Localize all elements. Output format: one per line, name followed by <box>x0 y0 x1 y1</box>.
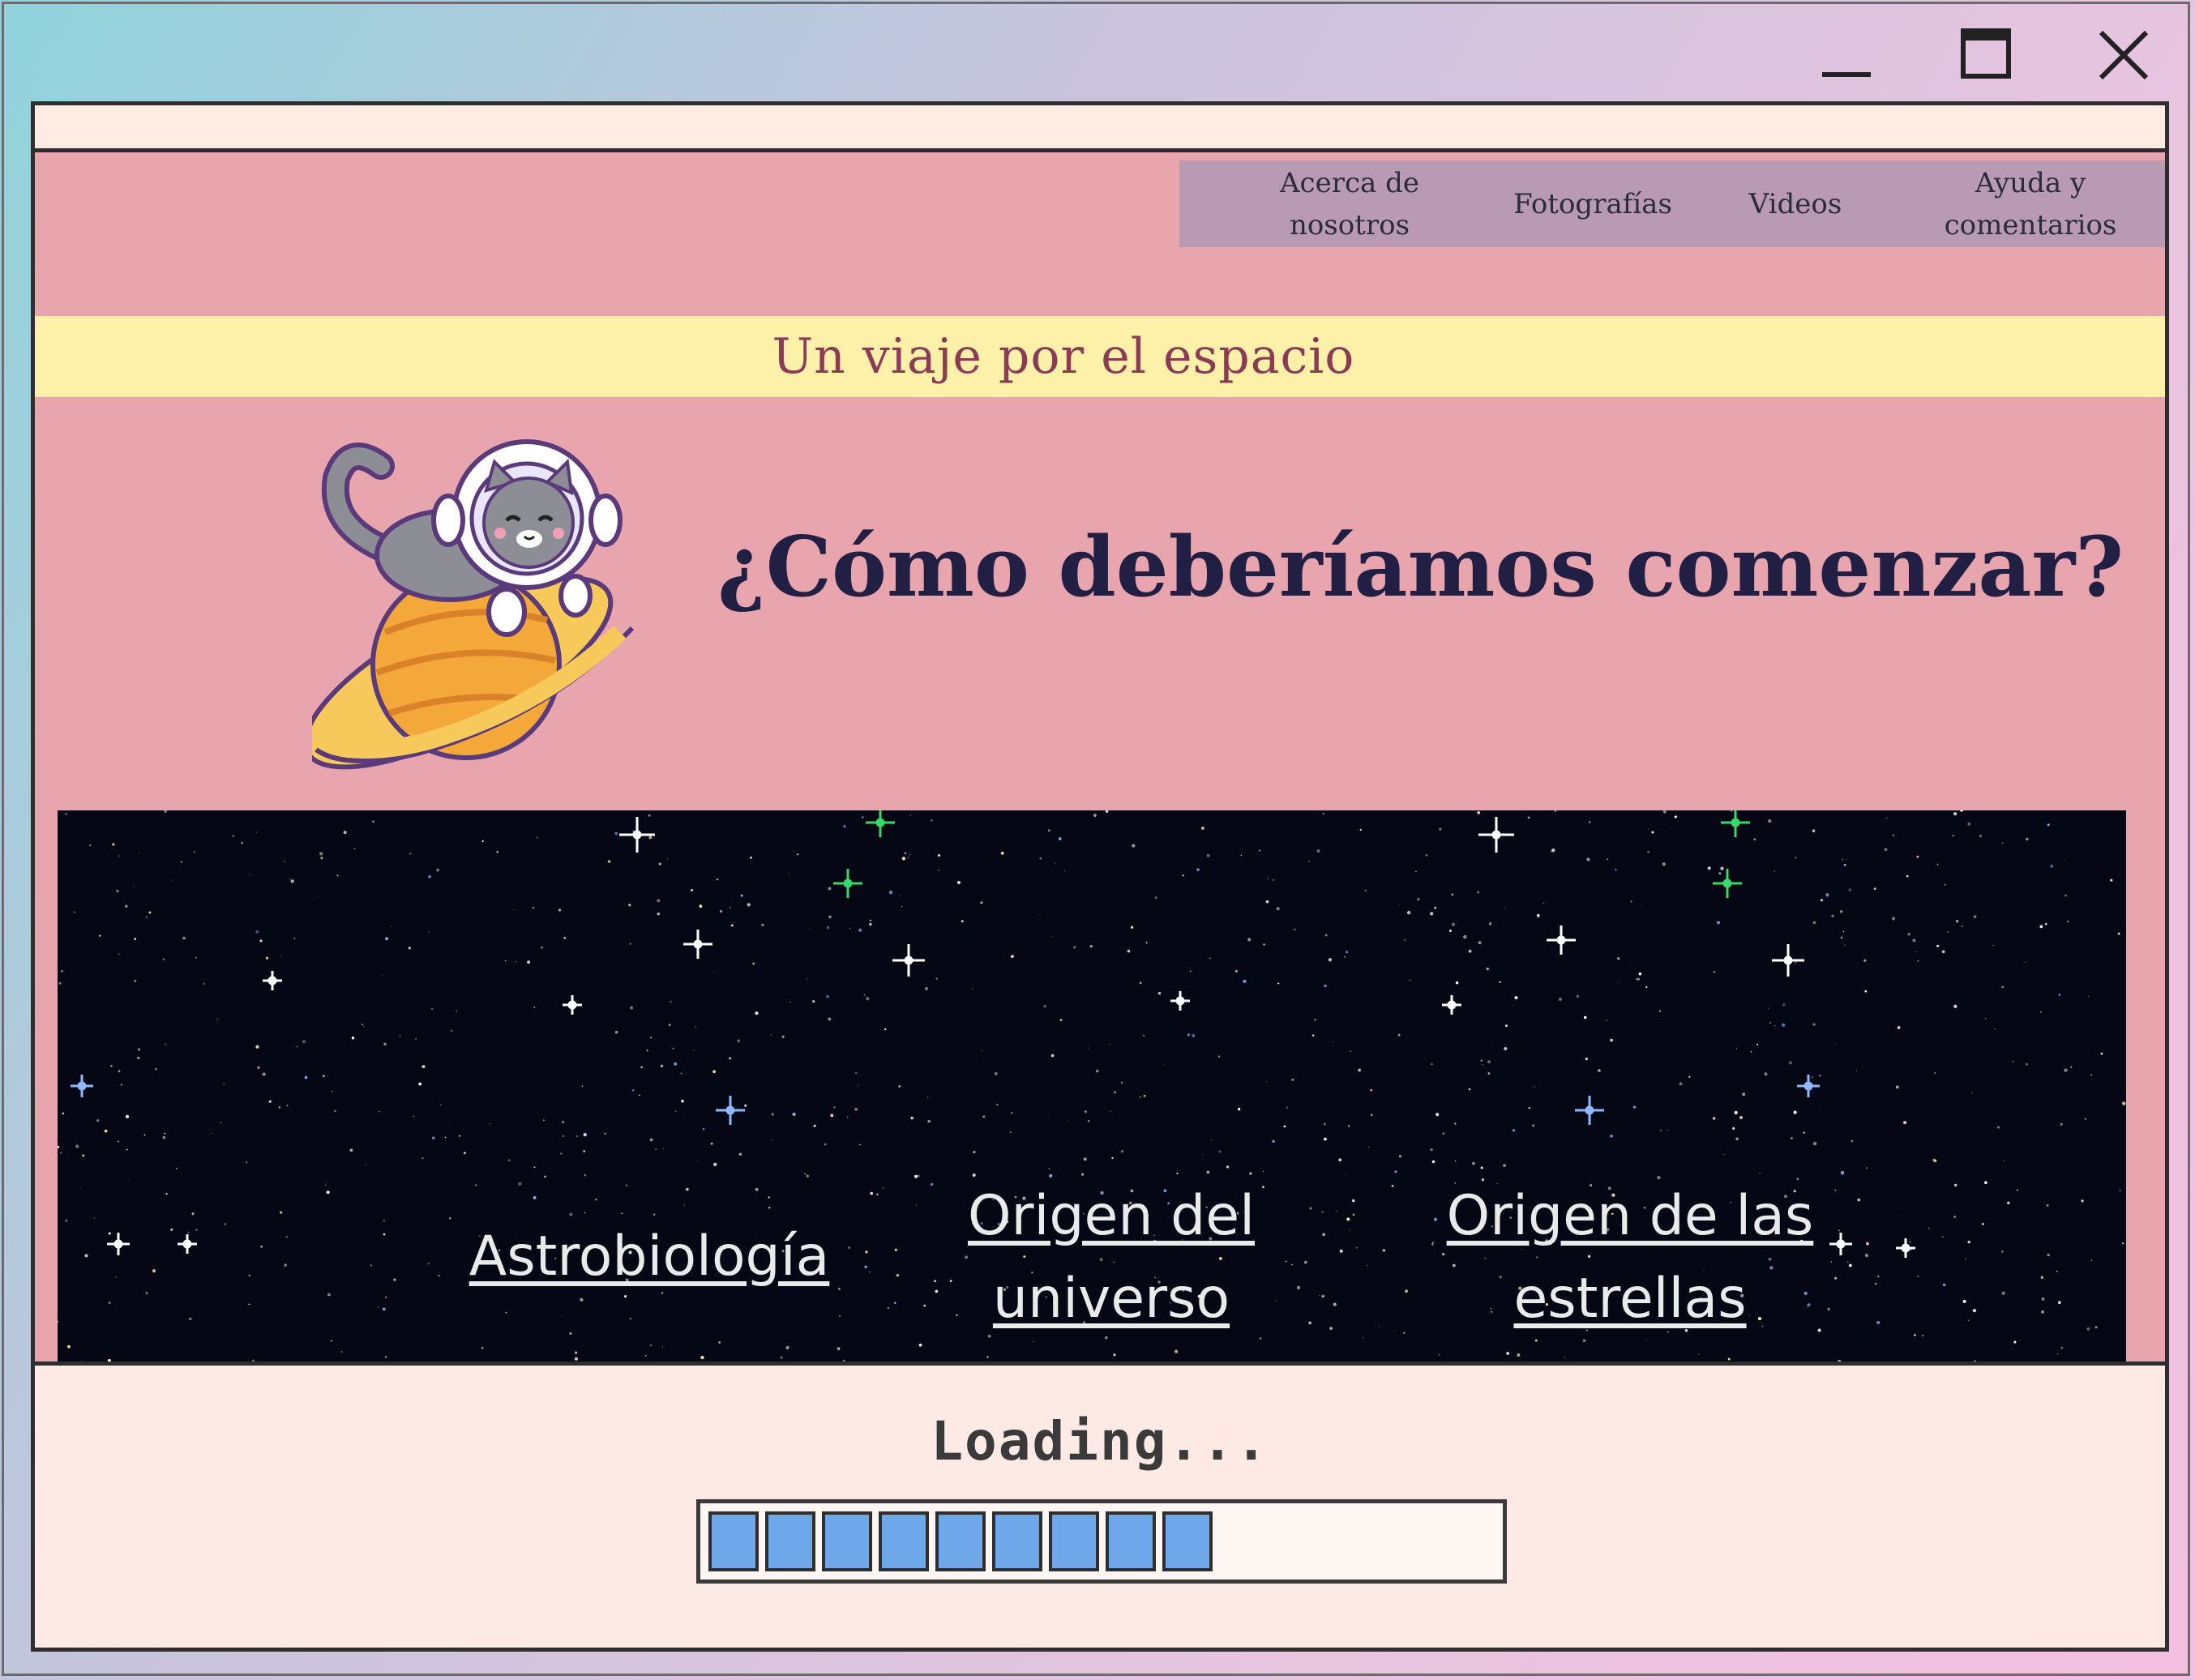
progress-block <box>879 1511 929 1571</box>
progress-blocks <box>708 1511 1213 1571</box>
close-icon <box>2099 30 2149 80</box>
progress-bar <box>696 1499 1507 1584</box>
nav-photos-label: Fotografías <box>1513 187 1672 220</box>
progress-block <box>708 1511 759 1571</box>
link-origin-universe[interactable]: Origen del universo <box>925 1175 1298 1340</box>
maximize-button[interactable] <box>1953 24 2018 89</box>
progress-block <box>935 1511 986 1571</box>
progress-block <box>1106 1511 1156 1571</box>
minimize-icon <box>1822 72 1871 77</box>
nav-item-videos[interactable]: Videos <box>1731 183 1860 225</box>
starfield-panel: Astrobiología Origen del universo Origen… <box>58 810 2126 1366</box>
site-banner: Un viaje por el espacio <box>35 316 2165 397</box>
nav-help-line1: Ayuda y <box>1975 166 2086 199</box>
progress-block <box>1049 1511 1099 1571</box>
nav-about-line2: nosotros <box>1289 208 1410 242</box>
astronaut-cat-on-planet-icon <box>302 430 685 786</box>
loading-panel: Loading... <box>35 1362 2165 1648</box>
progress-block <box>992 1511 1042 1571</box>
close-button[interactable] <box>2091 24 2156 89</box>
address-bar[interactable] <box>35 105 2165 152</box>
link-origin-stars[interactable]: Origen de las estrellas <box>1371 1175 1889 1340</box>
link-origin-universe-line1: Origen del <box>968 1184 1255 1248</box>
progress-block <box>822 1511 872 1571</box>
browser-window: Acerca de nosotros Fotografías Videos Ay… <box>31 101 2169 1652</box>
top-navigation: Acerca de nosotros Fotografías Videos Ay… <box>1179 160 2165 247</box>
nav-item-about-us[interactable]: Acerca de nosotros <box>1252 162 1447 246</box>
nav-about-line1: Acerca de <box>1280 166 1419 199</box>
link-origin-stars-line1: Origen de las <box>1446 1184 1814 1248</box>
link-astrobiology-label: Astrobiología <box>469 1225 830 1289</box>
site-title: Un viaje por el espacio <box>772 328 1355 385</box>
nav-videos-label: Videos <box>1748 187 1842 220</box>
nav-item-help-feedback[interactable]: Ayuda y comentarios <box>1909 162 2152 246</box>
hero-title: ¿Cómo deberíamos comenzar? <box>717 519 2124 616</box>
loading-text: Loading... <box>931 1410 1269 1473</box>
maximize-icon <box>1961 28 2011 79</box>
link-astrobiology[interactable]: Astrobiología <box>398 1216 901 1298</box>
link-origin-stars-line2: estrellas <box>1513 1267 1747 1331</box>
progress-block <box>765 1511 815 1571</box>
link-origin-universe-line2: universo <box>992 1267 1230 1331</box>
minimize-button[interactable] <box>1814 24 1879 89</box>
nav-help-line2: comentarios <box>1944 208 2117 242</box>
nav-item-photos[interactable]: Fotografías <box>1504 183 1682 225</box>
progress-block <box>1162 1511 1213 1571</box>
